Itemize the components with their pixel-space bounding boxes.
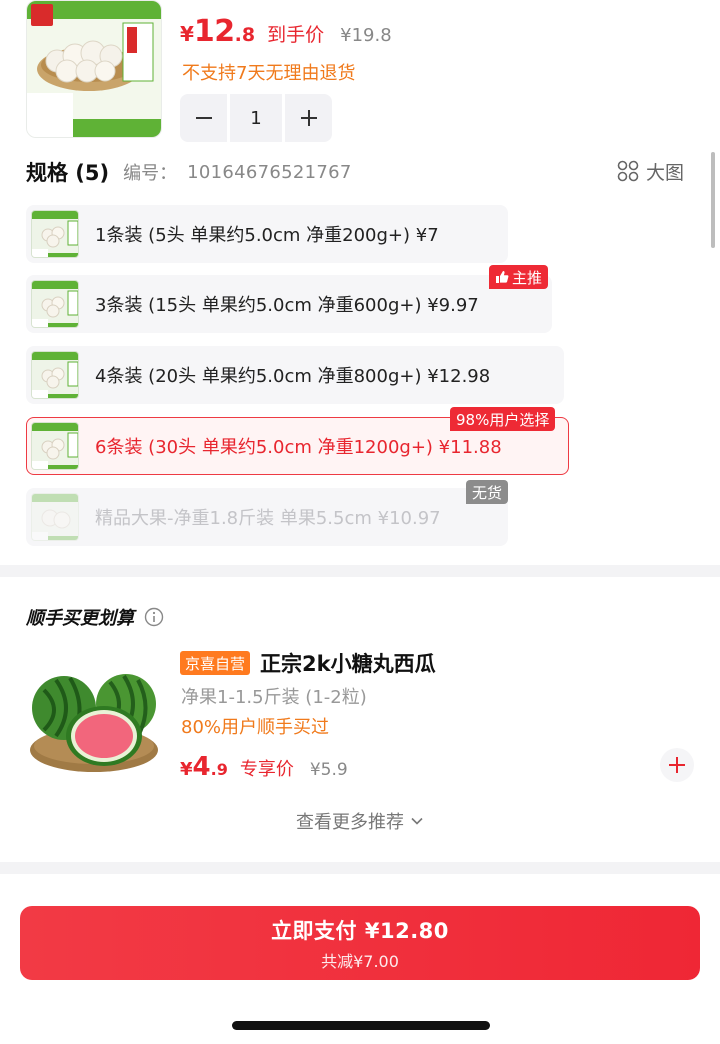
plus-icon [300, 110, 317, 126]
pay-now-button[interactable]: 立即支付 ¥12.80 共减¥7.00 [20, 906, 700, 980]
chevron-down-icon [411, 817, 423, 825]
price-line: ¥ 12 .8 到手价 ¥19.8 [180, 14, 392, 50]
spec-option-thumb [31, 351, 79, 399]
spec-option-label: 1条装 (5头 单果约5.0cm 净重200g+) ¥7 [95, 225, 439, 246]
spec-option-thumb [31, 493, 79, 541]
popular-badge: 98%用户选择 [450, 407, 556, 431]
increase-button[interactable] [285, 94, 332, 142]
spec-option-5[interactable]: 精品大果-净重1.8斤装 单果5.5cm ¥10.97 [26, 488, 508, 546]
grid-icon [617, 160, 639, 182]
spec-code-label: 编号： [123, 163, 178, 184]
recommend-price-currency: ¥ [180, 759, 193, 780]
section-divider [0, 565, 720, 577]
quantity-value[interactable]: 1 [230, 94, 282, 142]
recommend-item-price: ¥ 4 .9 专享价 ¥5.9 [180, 752, 348, 782]
recommend-title: 顺手买更划算 [26, 608, 134, 629]
info-icon[interactable] [144, 607, 164, 627]
spec-option-label: 3条装 (15头 单果约5.0cm 净重600g+) ¥9.97 [95, 295, 479, 316]
product-image-garlic [27, 1, 161, 137]
pay-discount-label: 共减¥7.00 [321, 951, 399, 971]
original-price: ¥19.8 [340, 25, 392, 46]
more-recommend-link[interactable]: 查看更多推荐 [0, 808, 720, 834]
more-recommend-label: 查看更多推荐 [296, 812, 404, 833]
decrease-button[interactable] [180, 94, 227, 142]
return-policy: 不支持7天无理由退货 [182, 63, 356, 84]
add-recommend-button[interactable] [660, 748, 694, 782]
thumbs-up-icon [496, 271, 509, 283]
spec-header: 规格 (5) 编号： 10164676521767 [26, 156, 352, 188]
recommend-item-bought: 80%用户顺手买过 [181, 717, 330, 738]
spec-option-thumb [31, 280, 79, 328]
recommend-item-name: 正宗2k小糖丸西瓜 [260, 652, 436, 676]
recommend-price-tag: 专享价 [239, 759, 294, 780]
price-decimal: .8 [234, 24, 256, 46]
scroll-indicator[interactable] [711, 152, 715, 248]
recommend-original-price: ¥5.9 [309, 760, 348, 780]
spec-option-thumb [31, 422, 79, 470]
spec-option-label: 4条装 (20头 单果约5.0cm 净重800g+) ¥12.98 [95, 366, 491, 387]
home-indicator[interactable] [232, 1021, 490, 1030]
product-image[interactable] [26, 0, 162, 138]
minus-icon [195, 117, 212, 119]
price-currency: ¥ [180, 22, 194, 46]
out-of-stock-badge: 无货 [466, 480, 509, 504]
recommend-header: 顺手买更划算 [26, 604, 164, 630]
price-tag: 到手价 [267, 24, 325, 46]
plus-icon [669, 757, 685, 773]
recommend-item-image[interactable] [26, 650, 162, 782]
recommend-item-title-row[interactable]: 京喜自营 正宗2k小糖丸西瓜 [180, 648, 436, 678]
pay-now-label: 立即支付 ¥12.80 [271, 918, 449, 943]
spec-option-label: 精品大果-净重1.8斤装 单果5.5cm ¥10.97 [95, 508, 441, 529]
recommend-badge: 主推 [489, 265, 549, 289]
spec-code: 10164676521767 [187, 161, 352, 183]
self-operated-tag: 京喜自营 [180, 651, 251, 675]
watermelon-image [26, 650, 162, 782]
spec-title: 规格 (5) [26, 161, 110, 185]
spec-option-2[interactable]: 3条装 (15头 单果约5.0cm 净重600g+) ¥9.97 [26, 275, 552, 333]
recommend-price-integer: 4 [192, 752, 211, 782]
quantity-stepper: 1 [180, 94, 332, 142]
recommend-badge-label: 主推 [512, 268, 543, 287]
recommend-item-spec: 净果1-1.5斤装 (1-2粒) [181, 687, 367, 708]
spec-option-thumb [31, 210, 79, 258]
recommend-price-decimal: .9 [210, 760, 228, 779]
section-divider [0, 862, 720, 874]
bigpic-label: 大图 [645, 161, 684, 184]
spec-option-3[interactable]: 4条装 (20头 单果约5.0cm 净重800g+) ¥12.98 [26, 346, 564, 404]
spec-option-1[interactable]: 1条装 (5头 单果约5.0cm 净重200g+) ¥7 [26, 205, 508, 263]
bigpic-button[interactable]: 大图 [616, 156, 684, 186]
price-integer: 12 [193, 14, 235, 49]
spec-option-label: 6条装 (30头 单果约5.0cm 净重1200g+) ¥11.88 [95, 437, 502, 458]
